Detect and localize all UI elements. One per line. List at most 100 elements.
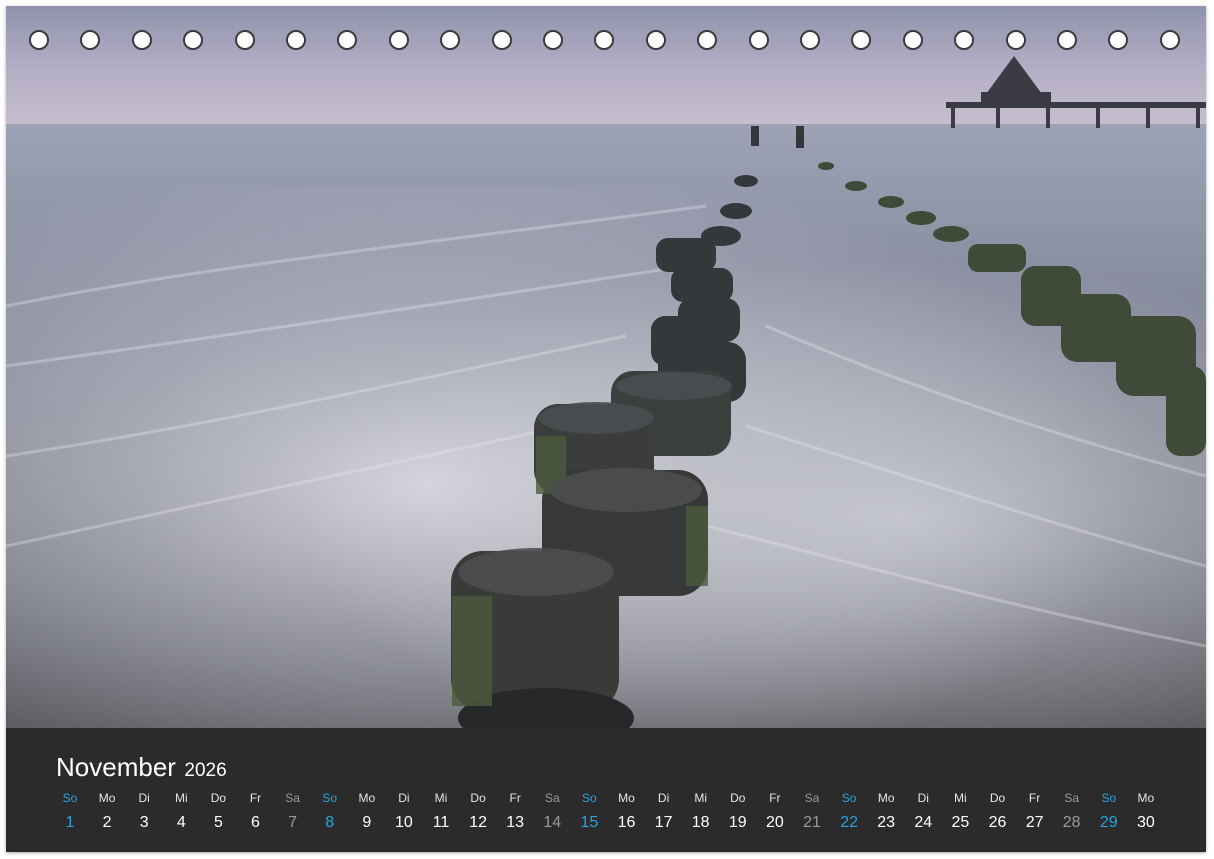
calendar-day: Fr 6 xyxy=(236,790,276,833)
binding-hole xyxy=(183,30,204,50)
weekday-name: Fr xyxy=(249,791,262,805)
calendar-day: Sa 7 xyxy=(273,790,313,833)
weekday-name: Mo xyxy=(618,791,635,805)
day-row: So 1 Mo 2 Di 3 Mi 4 Do 5 Fr 6 Sa 7 So 8 Mo 9 Di 10 Mi 11 Do 12 F… xyxy=(6,790,1206,850)
weekday-name: So xyxy=(62,791,78,805)
binding-hole xyxy=(645,30,666,50)
calendar-day: Mo 2 xyxy=(87,790,127,833)
calendar-day: So 22 xyxy=(829,790,869,833)
day-number: 12 xyxy=(469,814,487,831)
day-number: 22 xyxy=(840,814,858,831)
day-number: 24 xyxy=(914,814,933,831)
calendar-day: Do 19 xyxy=(718,790,758,833)
day-number: 14 xyxy=(543,814,562,831)
binding-hole xyxy=(954,30,975,50)
weekday-name: Mo xyxy=(877,791,895,805)
calendar-day: So 1 xyxy=(50,790,90,833)
weekday-name: So xyxy=(322,791,338,805)
weekday-name: Sa xyxy=(285,791,300,805)
weekday-name: Mi xyxy=(174,791,188,805)
binding-hole xyxy=(800,30,820,50)
weekday-name: Mi xyxy=(694,791,708,805)
calendar-day: Mi 4 xyxy=(161,790,201,833)
binding-hole xyxy=(131,30,152,50)
day-number: 15 xyxy=(580,814,599,831)
calendar-day: Mo 30 xyxy=(1126,790,1166,833)
weekday-name: Di xyxy=(657,791,670,805)
day-number: 25 xyxy=(951,814,970,831)
weekday-name: So xyxy=(582,791,597,805)
weekday-name: Do xyxy=(470,791,486,805)
calendar-day: Do 12 xyxy=(458,790,498,833)
calendar-footer: November 2026 So 1 Mo 2 Di 3 Mi 4 Do 5 Fr 6 Sa 7 So 8 Mo… xyxy=(6,728,1206,852)
binding-hole xyxy=(234,30,255,50)
calendar-day: Mo 9 xyxy=(347,790,387,833)
day-number: 3 xyxy=(139,814,149,831)
binding-hole xyxy=(543,30,563,50)
calendar-day: Sa 21 xyxy=(792,790,832,833)
weekday-name: Do xyxy=(989,791,1006,805)
binding-hole xyxy=(80,30,101,50)
weekday-name: Mi xyxy=(434,791,448,805)
weekday-name: Di xyxy=(398,791,410,805)
weekday-name: Di xyxy=(917,791,929,805)
weekday-name: Mo xyxy=(98,791,116,805)
weekday-name: Sa xyxy=(544,791,560,805)
day-number: 10 xyxy=(394,814,413,831)
calendar-page: November 2026 So 1 Mo 2 Di 3 Mi 4 Do 5 Fr 6 Sa 7 So 8 Mo… xyxy=(6,6,1206,852)
calendar-day: Mi 18 xyxy=(681,790,721,833)
calendar-day: Mi 25 xyxy=(940,790,980,833)
binding-hole xyxy=(29,30,49,50)
weekday-name: Mi xyxy=(954,791,967,805)
binding-hole xyxy=(851,30,872,50)
calendar-day: So 29 xyxy=(1089,790,1129,833)
binding-hole xyxy=(388,30,409,50)
binding-hole xyxy=(697,30,718,50)
day-number: 28 xyxy=(1062,814,1081,831)
day-number: 5 xyxy=(213,814,223,831)
weekday-name: So xyxy=(1101,791,1117,805)
calendar-title: November 2026 xyxy=(56,752,227,783)
day-number: 26 xyxy=(988,814,1007,831)
day-number: 19 xyxy=(728,814,747,831)
calendar-day: Fr 27 xyxy=(1015,790,1055,833)
day-number: 1 xyxy=(65,814,75,831)
calendar-day: Mo 16 xyxy=(607,790,647,833)
binding-hole xyxy=(594,30,615,50)
binding-hole xyxy=(1108,30,1129,50)
day-number: 23 xyxy=(877,814,896,831)
weekday-name: Di xyxy=(138,791,150,805)
binding-hole xyxy=(337,30,358,50)
calendar-day: Fr 20 xyxy=(755,790,795,833)
day-number: 21 xyxy=(803,814,821,831)
calendar-day: Di 17 xyxy=(644,790,684,833)
weekday-name: Do xyxy=(210,791,227,805)
binding-hole xyxy=(491,30,512,50)
binding-hole xyxy=(748,30,769,50)
day-number: 20 xyxy=(765,814,784,831)
day-number: 6 xyxy=(251,814,260,831)
calendar-day: Sa 14 xyxy=(532,790,572,833)
day-number: 29 xyxy=(1099,814,1118,831)
weekday-name: Fr xyxy=(509,791,521,805)
day-number: 11 xyxy=(432,814,450,831)
binding-holes xyxy=(6,30,1206,56)
day-number: 8 xyxy=(325,814,335,831)
calendar-day: Sa 28 xyxy=(1052,790,1092,833)
binding-hole xyxy=(902,30,923,50)
day-number: 9 xyxy=(362,814,372,831)
day-number: 18 xyxy=(691,814,710,831)
weekday-name: Mo xyxy=(358,791,376,805)
day-number: 13 xyxy=(506,814,525,831)
calendar-day: Do 26 xyxy=(978,790,1018,833)
day-number: 4 xyxy=(176,814,186,831)
weekday-name: Sa xyxy=(1064,791,1080,805)
calendar-day: Di 3 xyxy=(124,790,164,833)
weekday-name: Fr xyxy=(769,791,781,805)
day-number: 7 xyxy=(288,814,298,831)
weekday-name: Sa xyxy=(804,791,820,805)
day-number: 16 xyxy=(617,814,636,831)
binding-hole xyxy=(440,30,461,50)
day-number: 2 xyxy=(102,814,112,831)
weekday-name: Fr xyxy=(1028,791,1041,805)
